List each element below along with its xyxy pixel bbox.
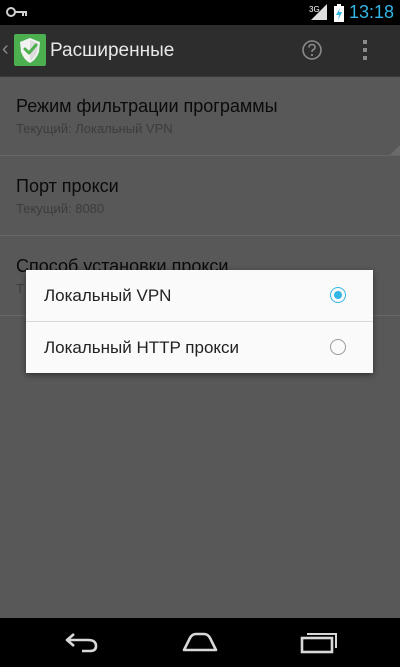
option-label: Локальный HTTP прокси [44,338,240,357]
back-chevron-icon[interactable]: ‹ [2,39,9,59]
page-title: Расширенные [50,40,175,61]
home-icon[interactable] [180,628,220,654]
battery-charging-icon [334,4,344,22]
app-shield-logo[interactable] [14,34,46,66]
pref-title: Режим фильтрации программы [16,96,278,116]
filter-mode-dialog: Локальный VPN Локальный HTTP прокси [26,270,373,373]
pref-title: Порт прокси [16,176,119,196]
pref-filter-mode[interactable]: Режим фильтрации программы Текущий: Лока… [0,77,400,156]
option-local-http-proxy[interactable]: Локальный HTTP прокси [26,322,373,373]
status-clock: 13:18 [348,2,394,22]
pref-summary: Текущий: 8080 [16,201,105,216]
signal-icon: 3G [309,4,327,20]
radio-selected-icon[interactable] [330,287,346,303]
recents-icon[interactable] [298,628,338,654]
pref-proxy-port[interactable]: Порт прокси Текущий: 8080 [0,157,400,236]
option-local-vpn[interactable]: Локальный VPN [26,270,373,321]
pref-summary: Т [16,281,24,296]
key-icon [6,7,27,17]
back-icon[interactable] [62,628,102,654]
dropdown-corner-icon [390,145,400,155]
help-icon[interactable] [301,39,323,61]
nav-bar [0,618,400,667]
svg-text:3G: 3G [309,5,320,14]
status-bar: 3G 13:18 [0,0,400,25]
radio-unselected-icon[interactable] [330,339,346,355]
overflow-menu-icon[interactable] [362,39,368,61]
option-label: Локальный VPN [44,286,172,305]
pref-summary: Текущий: Локальный VPN [16,121,173,136]
app-bar: ‹ Расширенные [0,25,400,77]
